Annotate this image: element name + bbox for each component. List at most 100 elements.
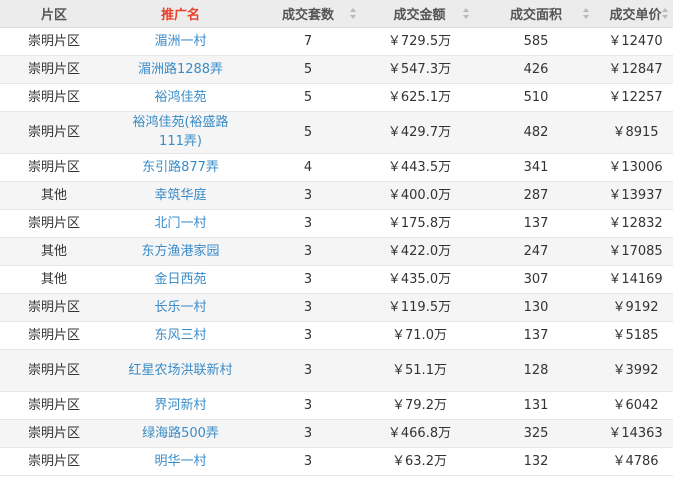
count-cell: 3 xyxy=(303,271,313,287)
district-cell: 崇明片区 xyxy=(27,33,80,49)
count-cell: 5 xyxy=(253,111,363,154)
amount-cell: ￥729.5万 xyxy=(363,27,476,56)
unit-price-cell: ￥12470 xyxy=(596,27,673,56)
project-name-link[interactable]: 金日西苑 xyxy=(154,272,206,287)
count-cell: 3 xyxy=(303,187,313,203)
project-name-link[interactable]: 东风三村 xyxy=(154,328,206,343)
unit-price-cell: ￥6042 xyxy=(596,391,673,420)
amount-cell: ￥51.1万 xyxy=(392,362,447,378)
project-name-cell: 东引路877弄 xyxy=(108,153,253,182)
table-row: 崇明片区 绿海路500弄 3 ￥466.8万 325 ￥14363 xyxy=(0,419,673,448)
district-cell: 崇明片区 xyxy=(27,61,80,77)
project-name-link[interactable]: 东引路877弄 xyxy=(142,160,219,175)
project-name-link[interactable]: 长乐一村 xyxy=(154,300,206,315)
area-cell: 247 xyxy=(476,237,596,266)
count-cell: 3 xyxy=(253,209,363,238)
unit-price-cell: ￥13006 xyxy=(608,159,663,175)
project-name-cell: 湄洲路1288弄 xyxy=(108,55,253,84)
amount-cell: ￥400.0万 xyxy=(363,181,476,210)
area-cell: 287 xyxy=(476,181,596,210)
amount-cell: ￥443.5万 xyxy=(363,153,476,182)
area-cell: 510 xyxy=(523,89,549,105)
count-cell: 5 xyxy=(303,124,313,140)
unit-price-cell: ￥5185 xyxy=(596,321,673,350)
count-cell: 3 xyxy=(253,181,363,210)
table-row: 其他 东方渔港家园 3 ￥422.0万 247 ￥17085 xyxy=(0,237,673,266)
table-row: 崇明片区 湄洲一村 7 ￥729.5万 585 ￥12470 xyxy=(0,27,673,56)
area-cell: 426 xyxy=(523,61,549,77)
count-cell: 5 xyxy=(303,89,313,105)
unit-price-cell: ￥13006 xyxy=(596,153,673,182)
unit-price-cell: ￥5185 xyxy=(612,327,659,343)
header-amount[interactable]: 成交金额 xyxy=(363,0,476,28)
count-cell: 3 xyxy=(253,349,363,392)
project-name-cell: 明华一村 xyxy=(108,447,253,476)
amount-cell: ￥422.0万 xyxy=(387,243,452,259)
district-cell: 崇明片区 xyxy=(0,293,108,322)
project-name-link[interactable]: 明华一村 xyxy=(154,454,206,469)
header-district: 片区 xyxy=(0,0,108,28)
sort-icon[interactable] xyxy=(350,8,357,19)
district-cell: 崇明片区 xyxy=(0,321,108,350)
header-count[interactable]: 成交套数 xyxy=(253,0,363,28)
project-name-cell: 裕鸿佳苑 xyxy=(108,83,253,112)
count-cell: 3 xyxy=(303,327,313,343)
amount-cell: ￥466.8万 xyxy=(363,419,476,448)
district-cell: 崇明片区 xyxy=(0,447,108,476)
unit-price-cell: ￥3992 xyxy=(612,362,659,378)
project-name-link[interactable]: 东方渔港家园 xyxy=(141,244,219,259)
project-name-link[interactable]: 界河新村 xyxy=(154,398,206,413)
count-cell: 4 xyxy=(303,159,313,175)
unit-price-cell: ￥13937 xyxy=(608,187,663,203)
unit-price-cell: ￥4786 xyxy=(612,453,659,469)
area-cell: 482 xyxy=(523,124,549,140)
header-area[interactable]: 成交面积 xyxy=(476,0,596,28)
project-name-link[interactable]: 裕鸿佳苑 xyxy=(154,90,206,105)
unit-price-cell: ￥17085 xyxy=(608,243,663,259)
project-name-cell: 裕鸿佳苑(裕盛路111弄) xyxy=(108,111,253,154)
project-name-link[interactable]: 绿海路500弄 xyxy=(142,426,219,441)
district-cell: 崇明片区 xyxy=(0,349,108,392)
area-cell: 287 xyxy=(523,187,549,203)
count-cell: 3 xyxy=(253,391,363,420)
area-cell: 137 xyxy=(476,321,596,350)
district-cell: 崇明片区 xyxy=(27,159,80,175)
count-cell: 5 xyxy=(253,55,363,84)
project-name-link[interactable]: 幸筑华庭 xyxy=(154,188,206,203)
project-name-cell: 东风三村 xyxy=(108,321,253,350)
unit-price-cell: ￥12832 xyxy=(596,209,673,238)
header-unit-price-label: 成交单价 xyxy=(609,7,662,23)
unit-price-cell: ￥12470 xyxy=(608,33,663,49)
amount-cell: ￥729.5万 xyxy=(387,33,452,49)
amount-cell: ￥71.0万 xyxy=(363,321,476,350)
project-name-cell: 金日西苑 xyxy=(108,265,253,294)
amount-cell: ￥63.2万 xyxy=(392,453,447,469)
count-cell: 3 xyxy=(303,397,313,413)
area-cell: 585 xyxy=(523,33,549,49)
project-name-cell: 北门一村 xyxy=(108,209,253,238)
header-area-label: 成交面积 xyxy=(509,7,562,23)
project-name-link[interactable]: 湄洲路1288弄 xyxy=(138,62,223,77)
amount-cell: ￥79.2万 xyxy=(392,397,447,413)
project-name-link[interactable]: 裕鸿佳苑(裕盛路111弄) xyxy=(127,113,235,151)
table-row: 崇明片区 东风三村 3 ￥71.0万 137 ￥5185 xyxy=(0,321,673,350)
sort-icon[interactable] xyxy=(583,8,590,19)
area-cell: 130 xyxy=(523,299,549,315)
table-row: 崇明片区 湄洲路1288弄 5 ￥547.3万 426 ￥12847 xyxy=(0,55,673,84)
project-name-link[interactable]: 北门一村 xyxy=(154,216,206,231)
area-cell: 137 xyxy=(476,209,596,238)
district-cell: 崇明片区 xyxy=(27,425,80,441)
sort-icon[interactable] xyxy=(662,8,669,19)
area-cell: 341 xyxy=(476,153,596,182)
project-name-link[interactable]: 红星农场洪联新村 xyxy=(128,361,232,380)
project-name-cell: 绿海路500弄 xyxy=(108,419,253,448)
project-name-link[interactable]: 湄洲一村 xyxy=(154,34,206,49)
header-unit-price[interactable]: 成交单价 xyxy=(596,0,673,28)
unit-price-cell: ￥12847 xyxy=(596,55,673,84)
district-cell: 崇明片区 xyxy=(27,215,80,231)
sort-icon[interactable] xyxy=(463,8,470,19)
header-name[interactable]: 推广名 xyxy=(108,0,253,28)
area-cell: 131 xyxy=(476,391,596,420)
header-name-label: 推广名 xyxy=(160,7,200,23)
district-cell: 崇明片区 xyxy=(27,327,80,343)
